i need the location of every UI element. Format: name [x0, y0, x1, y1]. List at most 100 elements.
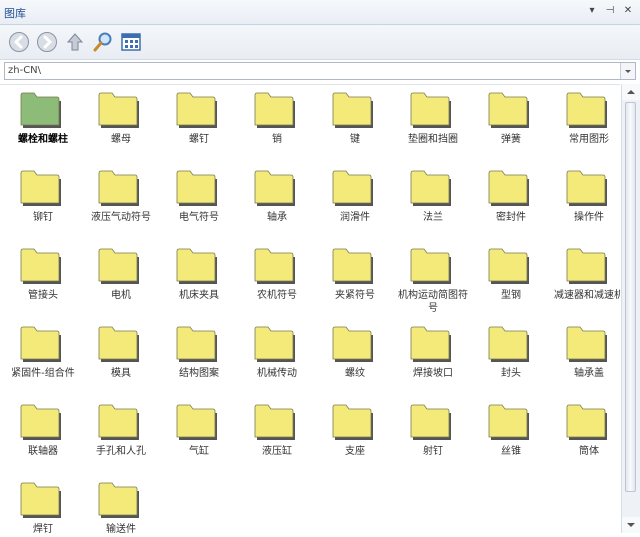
folder-item[interactable]: 铆钉 — [4, 167, 82, 245]
folder-icon — [20, 248, 61, 284]
folder-icon — [488, 170, 529, 206]
folder-item[interactable]: 电气符号 — [160, 167, 238, 245]
folder-item[interactable]: 弹簧 — [472, 89, 550, 167]
pin-icon[interactable]: ⊣ — [604, 4, 616, 18]
title-bar: 图库 ▾ ⊣ ✕ — [0, 0, 640, 25]
folder-label: 电机 — [111, 290, 131, 301]
folder-item[interactable]: 机械传动 — [238, 323, 316, 401]
folder-item[interactable]: 机构运动简图符号 — [394, 245, 472, 323]
dropdown-icon[interactable]: ▾ — [586, 4, 598, 18]
folder-icon — [98, 404, 139, 440]
folder-item[interactable]: 润滑件 — [316, 167, 394, 245]
folder-label: 法兰 — [423, 212, 443, 223]
path-dropdown-button[interactable] — [620, 63, 635, 79]
folder-icon — [332, 248, 373, 284]
folder-label: 润滑件 — [340, 212, 370, 223]
forward-icon[interactable] — [36, 31, 58, 53]
path-field[interactable]: zh-CN\ — [4, 62, 636, 80]
folder-item[interactable]: 法兰 — [394, 167, 472, 245]
folder-icon — [98, 248, 139, 284]
folder-item[interactable]: 手孔和人孔 — [82, 401, 160, 479]
folder-label: 键 — [350, 134, 360, 145]
folder-icon — [98, 92, 139, 128]
folder-item[interactable]: 键 — [316, 89, 394, 167]
folder-item[interactable]: 联轴器 — [4, 401, 82, 479]
folder-item[interactable]: 管接头 — [4, 245, 82, 323]
folder-item[interactable]: 夹紧符号 — [316, 245, 394, 323]
folder-item[interactable]: 焊接坡口 — [394, 323, 472, 401]
back-icon[interactable] — [8, 31, 30, 53]
folder-icon — [176, 92, 217, 128]
folder-item[interactable]: 结构图案 — [160, 323, 238, 401]
folder-label: 机构运动简图符号 — [398, 290, 468, 314]
folder-label: 管接头 — [28, 290, 58, 301]
folder-item[interactable]: 操作件 — [550, 167, 620, 245]
folder-label: 射钉 — [423, 446, 443, 457]
folder-item[interactable]: 丝锥 — [472, 401, 550, 479]
vertical-scrollbar[interactable] — [621, 84, 640, 533]
folder-label: 输送件 — [106, 524, 136, 534]
folder-item[interactable]: 农机符号 — [238, 245, 316, 323]
folder-icon — [20, 404, 61, 440]
search-icon[interactable] — [92, 31, 114, 53]
folder-icon — [254, 92, 295, 128]
folder-item[interactable]: 常用图形 — [550, 89, 620, 167]
folder-item[interactable]: 焊钉 — [4, 479, 82, 534]
folder-item[interactable]: 螺纹 — [316, 323, 394, 401]
folder-label: 机械传动 — [257, 368, 297, 379]
folder-item[interactable]: 轴承 — [238, 167, 316, 245]
close-icon[interactable]: ✕ — [622, 4, 634, 18]
folder-item[interactable]: 减速器和减速机 — [550, 245, 620, 323]
folder-label: 密封件 — [496, 212, 526, 223]
folder-label: 筒体 — [579, 446, 599, 457]
folder-item[interactable]: 螺栓和螺柱 — [4, 89, 82, 167]
scroll-down-button[interactable] — [622, 517, 640, 533]
folder-icon — [410, 170, 451, 206]
folder-label: 常用图形 — [569, 134, 609, 145]
folder-label: 气缸 — [189, 446, 209, 457]
folder-item[interactable]: 螺母 — [82, 89, 160, 167]
scroll-up-button[interactable] — [622, 84, 640, 100]
folder-label: 铆钉 — [33, 212, 53, 223]
folder-icon — [98, 326, 139, 362]
chevron-up-icon — [627, 90, 635, 94]
folder-item[interactable]: 支座 — [316, 401, 394, 479]
folder-item[interactable]: 密封件 — [472, 167, 550, 245]
folder-item[interactable]: 垫圈和挡圈 — [394, 89, 472, 167]
folder-item[interactable]: 机床夹具 — [160, 245, 238, 323]
folder-item[interactable]: 轴承盖 — [550, 323, 620, 401]
folder-icon — [488, 92, 529, 128]
folder-item[interactable]: 电机 — [82, 245, 160, 323]
folder-icon — [98, 170, 139, 206]
folder-item[interactable]: 螺钉 — [160, 89, 238, 167]
folder-item[interactable]: 射钉 — [394, 401, 472, 479]
view-icon[interactable] — [120, 31, 142, 53]
folder-item[interactable]: 型钢 — [472, 245, 550, 323]
folder-label: 农机符号 — [257, 290, 297, 301]
folder-item[interactable]: 液压气动符号 — [82, 167, 160, 245]
folder-label: 支座 — [345, 446, 365, 457]
path-text: zh-CN\ — [8, 65, 42, 76]
folder-label: 模具 — [111, 368, 131, 379]
folder-icon — [176, 326, 217, 362]
folder-icon — [332, 404, 373, 440]
folder-item[interactable]: 模具 — [82, 323, 160, 401]
folder-icon — [488, 404, 529, 440]
folder-item[interactable]: 销 — [238, 89, 316, 167]
up-icon[interactable] — [64, 31, 86, 53]
folder-icon — [410, 248, 451, 284]
folder-label: 垫圈和挡圈 — [408, 134, 458, 145]
folder-icon — [254, 404, 295, 440]
folder-label: 操作件 — [574, 212, 604, 223]
folder-icon — [488, 326, 529, 362]
folder-icon — [254, 326, 295, 362]
window-title: 图库 — [4, 7, 26, 20]
folder-icon — [410, 92, 451, 128]
folder-item[interactable]: 气缸 — [160, 401, 238, 479]
folder-item[interactable]: 紧固件-组合件 — [4, 323, 82, 401]
folder-item[interactable]: 封头 — [472, 323, 550, 401]
folder-item[interactable]: 液压缸 — [238, 401, 316, 479]
folder-item[interactable]: 输送件 — [82, 479, 160, 534]
scroll-thumb[interactable] — [625, 102, 636, 492]
folder-item[interactable]: 筒体 — [550, 401, 620, 479]
